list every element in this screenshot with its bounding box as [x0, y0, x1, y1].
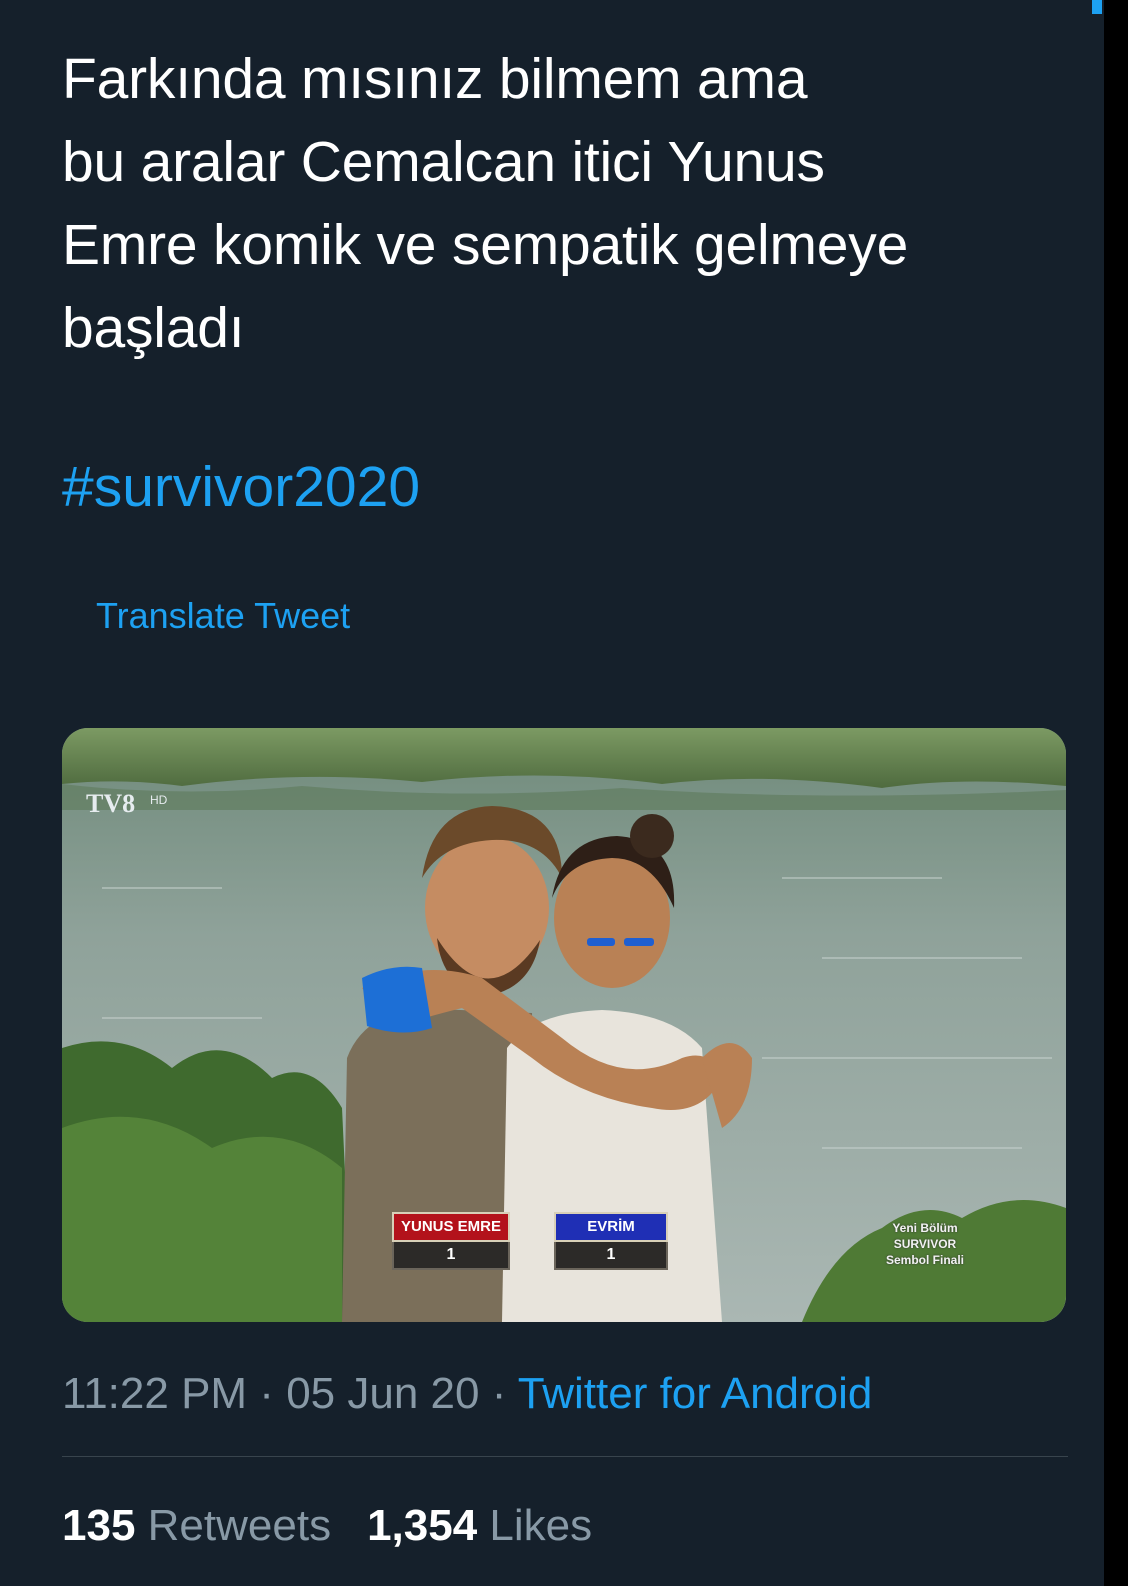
divider — [62, 1456, 1068, 1457]
score-tile-yunus-emre: YUNUS EMRE 1 — [392, 1212, 510, 1270]
tweet-text-line: Emre komik ve sempatik gelmeye — [62, 213, 909, 277]
score-name: EVRİM — [554, 1212, 668, 1242]
score-tile-evrim: EVRİM 1 — [554, 1212, 668, 1270]
retweets-stat[interactable]: 135 Retweets — [62, 1501, 331, 1550]
retweets-count: 135 — [62, 1501, 136, 1550]
tweet-stats: 135 Retweets 1,354 Likes — [62, 1498, 592, 1554]
translate-tweet-button[interactable]: Translate Tweet — [96, 594, 350, 638]
tweet-detail-panel: Farkında mısınız bilmem ama bu aralar Ce… — [0, 0, 1104, 1586]
promo-line: SURVIVOR — [893, 1237, 957, 1251]
retweets-label: Retweets — [147, 1501, 332, 1550]
likes-count: 1,354 — [367, 1501, 478, 1550]
score-name: YUNUS EMRE — [392, 1212, 510, 1242]
tweet-text-line: Farkında mısınız bilmem ama — [62, 47, 808, 111]
score-value: 1 — [554, 1242, 668, 1270]
tweet-time: 11:22 PM — [62, 1369, 248, 1418]
meta-separator: · — [247, 1369, 287, 1418]
tweet-text-line: başladı — [62, 296, 245, 360]
likes-stat[interactable]: 1,354 Likes — [367, 1501, 592, 1550]
promo-overlay: Yeni Bölüm SURVIVOR Sembol Finali — [870, 1220, 980, 1268]
tweet-metadata: 11:22 PM · 05 Jun 20 · Twitter for Andro… — [62, 1366, 872, 1422]
tweet-text-line: bu aralar Cemalcan itici Yunus — [62, 130, 825, 194]
hashtag-link[interactable]: #survivor2020 — [62, 446, 420, 529]
channel-logo-suffix: HD — [150, 793, 168, 807]
tweet-source-link[interactable]: Twitter for Android — [518, 1369, 873, 1418]
tweet-date: 05 Jun 20 — [286, 1369, 480, 1418]
promo-line: Yeni Bölüm — [892, 1221, 958, 1235]
tweet-media-image[interactable]: TV8 HD YUNUS EMRE 1 EVRİM 1 Yeni Bölüm S… — [62, 728, 1066, 1322]
score-value: 1 — [392, 1242, 510, 1270]
likes-label: Likes — [489, 1501, 593, 1550]
meta-separator: · — [479, 1369, 518, 1418]
promo-line: Sembol Finali — [885, 1253, 964, 1267]
scroll-indicator — [1092, 0, 1102, 14]
tweet-text: Farkında mısınız bilmem ama bu aralar Ce… — [62, 38, 1062, 370]
channel-logo: TV8 — [86, 789, 135, 818]
